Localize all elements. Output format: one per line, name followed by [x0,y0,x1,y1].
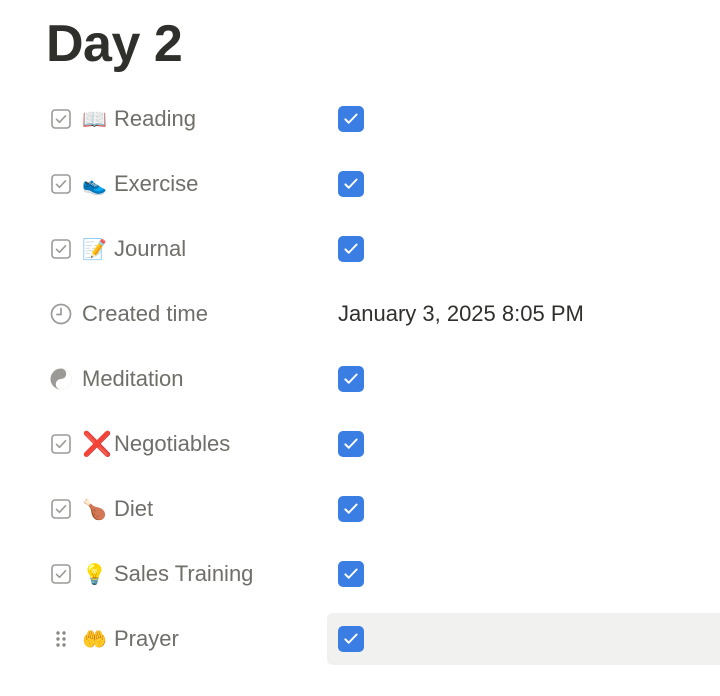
property-name: Meditation [82,366,184,391]
drag-handle-icon[interactable] [48,626,74,652]
property-value-cell[interactable] [327,483,720,535]
property-row: 💡 Sales Training [0,541,720,606]
checkbox-checked[interactable] [338,431,364,457]
property-value-cell[interactable] [327,223,720,275]
property-label-cell[interactable]: ❌ Negotiables [48,427,230,461]
memo-emoji-icon: 📝 [82,237,107,261]
property-name: Prayer [114,626,179,651]
property-name: Sales Training [114,561,254,586]
shoe-emoji-icon: 👟 [82,172,107,196]
check-icon [344,503,358,514]
checkbox-type-icon [48,496,74,522]
property-value-cell[interactable] [327,613,720,665]
property-row: Meditation [0,346,720,411]
checkbox-checked[interactable] [338,366,364,392]
property-name: Reading [114,106,196,131]
check-icon [344,568,358,579]
checkbox-type-icon [48,106,74,132]
property-row: 🤲 Prayer [0,606,720,671]
checkbox-checked[interactable] [338,236,364,262]
property-value-cell[interactable] [327,93,720,145]
checkbox-checked[interactable] [338,106,364,132]
check-icon [344,438,358,449]
property-value-cell[interactable] [327,158,720,210]
checkbox-checked[interactable] [338,171,364,197]
property-row: Created time January 3, 2025 8:05 PM [0,281,720,346]
property-value-cell[interactable] [327,548,720,600]
property-list: 📖 Reading 👟 Exercise 📝 Journal Created time Jan… [0,86,720,671]
checkbox-checked[interactable] [338,496,364,522]
property-row: 👟 Exercise [0,151,720,216]
yin-yang-icon [48,366,74,392]
property-name: Created time [82,301,208,326]
property-label-cell[interactable]: 🍗 Diet [48,492,153,526]
cross-mark-emoji-icon: ❌ [82,430,112,458]
checkbox-checked[interactable] [338,561,364,587]
property-value-cell[interactable]: January 3, 2025 8:05 PM [327,288,720,340]
palms-up-emoji-icon: 🤲 [82,627,107,651]
notion-page: Day 2 📖 Reading 👟 Exercise 📝 Journal Created t… [0,0,720,696]
property-label-cell[interactable]: 📖 Reading [48,102,196,136]
property-value-cell[interactable] [327,353,720,405]
checkbox-type-icon [48,236,74,262]
light-bulb-emoji-icon: 💡 [82,562,107,586]
check-icon [344,243,358,254]
property-name: Negotiables [114,431,231,456]
check-icon [344,113,358,124]
check-icon [344,633,358,644]
property-row: 📖 Reading [0,86,720,151]
checkbox-type-icon [48,561,74,587]
created-time-value: January 3, 2025 8:05 PM [338,301,584,326]
checkbox-type-icon [48,431,74,457]
property-label-cell[interactable]: 📝 Journal [48,232,186,266]
page-title[interactable]: Day 2 [46,12,183,76]
property-label-cell[interactable]: 🤲 Prayer [48,622,179,656]
check-icon [344,178,358,189]
book-emoji-icon: 📖 [82,107,107,131]
property-label-cell[interactable]: Meditation [48,362,184,396]
property-name: Exercise [114,171,199,196]
checkbox-checked[interactable] [338,626,364,652]
clock-icon [48,301,74,327]
property-row: 📝 Journal [0,216,720,281]
checkbox-type-icon [48,171,74,197]
poultry-leg-emoji-icon: 🍗 [82,497,107,521]
property-name: Diet [114,496,154,521]
property-row: 🍗 Diet [0,476,720,541]
property-row: ❌ Negotiables [0,411,720,476]
property-label-cell[interactable]: 👟 Exercise [48,167,198,201]
property-label-cell[interactable]: 💡 Sales Training [48,557,253,591]
property-value-cell[interactable] [327,418,720,470]
check-icon [344,373,358,384]
property-label-cell[interactable]: Created time [48,297,208,331]
property-name: Journal [114,236,187,261]
